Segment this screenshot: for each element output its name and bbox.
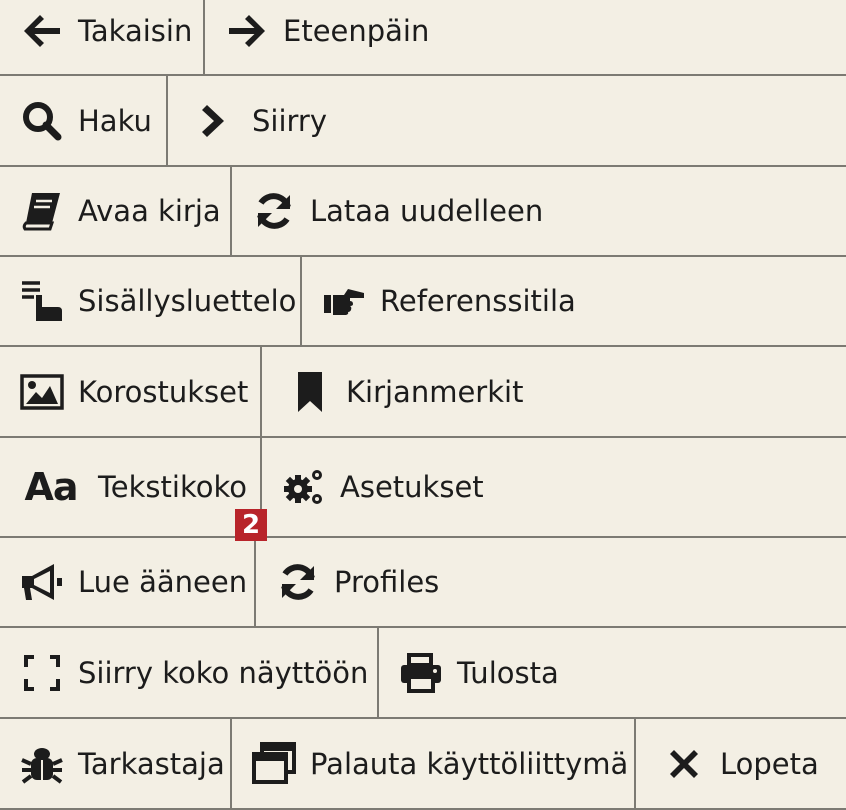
toolbar-row-6: Aa Tekstikoko Asetukset	[0, 438, 846, 538]
bookmarks-label: Kirjanmerkit	[346, 374, 524, 409]
settings-label: Asetukset	[340, 470, 484, 504]
inspector-label: Tarkastaja	[78, 746, 225, 781]
toc-button[interactable]: Sisällysluettelo	[0, 257, 302, 345]
reference-mode-button[interactable]: Referenssitila	[302, 257, 846, 345]
arrow-right-icon	[219, 3, 275, 59]
text-size-label: Tekstikoko	[98, 470, 247, 504]
reload-button[interactable]: Lataa uudelleen	[232, 167, 846, 255]
close-icon	[656, 736, 712, 792]
goto-label: Siirry	[252, 103, 328, 138]
profiles-button[interactable]: Profiles	[256, 538, 846, 626]
text-size-button[interactable]: Aa Tekstikoko	[0, 438, 262, 536]
fullscreen-icon	[14, 645, 70, 701]
refresh-icon	[246, 183, 302, 239]
megaphone-icon	[14, 554, 70, 610]
inspector-button[interactable]: Tarkastaja	[0, 719, 232, 808]
quit-label: Lopeta	[720, 746, 819, 781]
toolbar-row-7: Lue ääneen Profiles	[0, 538, 846, 628]
arrow-left-icon	[14, 3, 70, 59]
book-icon	[14, 183, 70, 239]
bug-icon	[14, 736, 70, 792]
reset-ui-label: Palauta käyttöliittymä	[310, 746, 629, 781]
toolbar-row-5: Korostukset Kirjanmerkit	[0, 347, 846, 438]
fullscreen-label: Siirry koko näyttöön	[78, 655, 369, 690]
toolbar-row-2: Haku Siirry	[0, 76, 846, 167]
settings-button[interactable]: Asetukset	[262, 438, 846, 536]
highlights-label: Korostukset	[78, 374, 249, 409]
quit-button[interactable]: Lopeta	[636, 719, 846, 808]
toolbar-row-4: Sisällysluettelo Referenssitila	[0, 257, 846, 347]
forward-button[interactable]: Eteenpäin	[205, 0, 846, 74]
refresh-icon	[270, 554, 326, 610]
print-button[interactable]: Tulosta	[379, 628, 846, 717]
windows-icon	[246, 736, 302, 792]
toolbar-row-8: Siirry koko näyttöön Tulosta	[0, 628, 846, 719]
bookmarks-button[interactable]: Kirjanmerkit	[262, 347, 846, 436]
gears-icon	[276, 459, 332, 515]
goto-button[interactable]: Siirry	[168, 76, 846, 165]
reset-ui-button[interactable]: Palauta käyttöliittymä	[232, 719, 636, 808]
open-book-button[interactable]: Avaa kirja	[0, 167, 232, 255]
highlights-button[interactable]: Korostukset	[0, 347, 262, 436]
image-icon	[14, 364, 70, 420]
reference-mode-label: Referenssitila	[380, 284, 576, 318]
forward-label: Eteenpäin	[283, 14, 430, 48]
toc-pointer-icon	[14, 273, 70, 329]
search-button[interactable]: Haku	[0, 76, 168, 165]
search-icon	[14, 93, 70, 149]
fullscreen-button[interactable]: Siirry koko näyttöön	[0, 628, 379, 717]
print-label: Tulosta	[457, 655, 559, 690]
toolbar-row-3: Avaa kirja Lataa uudelleen	[0, 167, 846, 257]
toc-label: Sisällysluettelo	[78, 284, 297, 318]
reload-label: Lataa uudelleen	[310, 194, 544, 228]
back-button[interactable]: Takaisin	[0, 0, 205, 74]
toolbar-row-9: Tarkastaja Palauta käyttöliittymä Lopeta	[0, 719, 846, 810]
read-aloud-label: Lue ääneen	[78, 565, 248, 599]
profiles-label: Profiles	[334, 565, 440, 599]
back-label: Takaisin	[78, 14, 193, 48]
read-aloud-button[interactable]: Lue ääneen	[0, 538, 256, 626]
callout-badge: 2	[235, 509, 267, 541]
text-size-icon: Aa	[24, 465, 78, 509]
search-label: Haku	[78, 103, 152, 138]
bookmark-icon	[282, 364, 338, 420]
hand-pointing-icon	[316, 273, 372, 329]
toolbar-row-1: Takaisin Eteenpäin	[0, 0, 846, 76]
open-book-label: Avaa kirja	[78, 194, 221, 228]
printer-icon	[393, 645, 449, 701]
chevron-right-icon	[188, 93, 244, 149]
